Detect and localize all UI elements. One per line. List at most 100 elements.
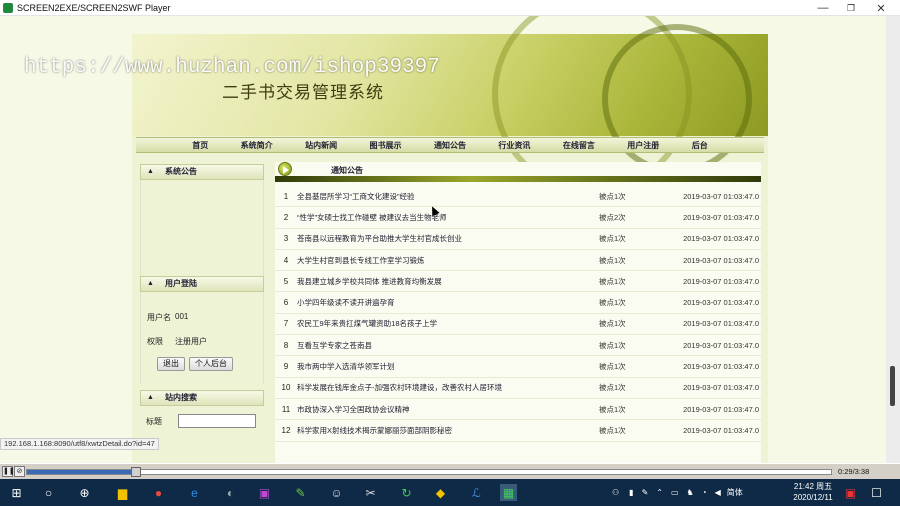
- notice-title-link[interactable]: 全县基层所学习“工商文化建设”经验: [297, 191, 599, 202]
- notice-click-count: 被点2次: [599, 212, 626, 222]
- pen-icon[interactable]: ✎: [642, 488, 649, 497]
- windows-start-icon[interactable]: ⊞: [8, 484, 25, 501]
- taskbar-clock[interactable]: 21:42 周五 2020/12/11: [788, 481, 838, 503]
- notice-row[interactable]: 1 全县基层所学习“工商文化建设”经验 被点1次 2019-03-07 01:03:4…: [275, 186, 761, 208]
- edge-icon[interactable]: e: [186, 484, 203, 501]
- notice-click-count: 被点1次: [599, 340, 626, 350]
- notice-title-link[interactable]: 小学四年级读不读开讲遍孕育: [297, 297, 599, 308]
- notice-date: 2019-03-07 01:03:47.0: [683, 362, 759, 372]
- app-icon-green[interactable]: ✎: [292, 484, 309, 501]
- system-tray: ⚇ ▮ ✎ ⌃ ▭ ♞ ◔ ◀ 简体: [612, 479, 743, 506]
- notice-row[interactable]: 5 我县建立城乡学校共同体 推进教育均衡发展 被点1次 2019-03-07 01:0…: [275, 271, 761, 293]
- file-explorer-icon[interactable]: ▆: [114, 484, 131, 501]
- notice-number: 3: [283, 234, 289, 244]
- notice-row[interactable]: 12 科学家用X射线技术揭示蒙娜丽莎面部阴影秘密 被点1次 2019-03-07 01…: [275, 420, 761, 442]
- watermark-url: https://www.huzhan.com/ishop39397: [24, 56, 440, 79]
- app-icon-purple[interactable]: ▣: [256, 484, 273, 501]
- close-button[interactable]: ✕: [866, 0, 896, 16]
- app-icon-yellow[interactable]: ◆: [432, 484, 449, 501]
- nav-item-about[interactable]: 系统简介: [241, 140, 273, 151]
- notification-badge-icon[interactable]: ▣: [842, 484, 859, 501]
- site-search-header: ▲ 站内搜索: [140, 390, 264, 406]
- nav-item-register[interactable]: 用户注册: [627, 140, 659, 151]
- notice-click-count: 被点1次: [599, 191, 626, 201]
- app-icon-blue[interactable]: ℒ: [468, 484, 485, 501]
- task-view-icon[interactable]: ⊕: [76, 484, 93, 501]
- minimize-button[interactable]: —: [808, 0, 838, 16]
- right-scrollbar[interactable]: [886, 16, 900, 463]
- nav-item-home[interactable]: 首页: [192, 140, 208, 151]
- qq-icon[interactable]: ☺: [328, 484, 345, 501]
- network-icon[interactable]: ◔: [702, 488, 707, 497]
- search-input[interactable]: [178, 414, 256, 428]
- notice-row[interactable]: 2 “性学”女硕士找工作碰壁 被建议去当生物老师 被点2次 2019-03-07 01…: [275, 207, 761, 229]
- chrome-icon[interactable]: ●: [150, 484, 167, 501]
- logout-button[interactable]: 退出: [157, 357, 185, 371]
- ime-indicator[interactable]: 简体: [727, 487, 743, 498]
- playback-bar: ❚❚ ⊘ 0:29/3:38: [0, 463, 900, 479]
- notice-row[interactable]: 8 互看互学专家之苍南县 被点1次 2019-03-07 01:03:47.0: [275, 335, 761, 357]
- seek-handle[interactable]: [130, 467, 141, 477]
- notice-title-link[interactable]: 互看互学专家之苍南县: [297, 340, 599, 351]
- player-window: SCREEN2EXE/SCREEN2SWF Player — ❐ ✕ 二手书交易…: [0, 0, 900, 506]
- notice-title-link[interactable]: 科学家用X射线技术揭示蒙娜丽莎面部阴影秘密: [297, 425, 599, 436]
- chevron-up-icon[interactable]: ⌃: [656, 488, 663, 497]
- nav-item-industry[interactable]: 行业资讯: [498, 140, 530, 151]
- notice-number: 7: [283, 319, 289, 329]
- nav-item-notices[interactable]: 通知公告: [434, 140, 466, 151]
- search-circle-icon[interactable]: ○: [40, 484, 57, 501]
- username-label: 用户名: [147, 313, 171, 322]
- nav-item-messages[interactable]: 在线留言: [563, 140, 595, 151]
- nav-item-admin[interactable]: 后台: [692, 140, 708, 151]
- notice-number: 2: [283, 212, 289, 222]
- battery-icon[interactable]: ▮: [629, 488, 633, 497]
- notice-row[interactable]: 10 科学发展在钱库金点子-加强农村环境建设，改善农村人居环境 被点1次 2019-0…: [275, 378, 761, 399]
- nav-item-books[interactable]: 图书展示: [370, 140, 402, 151]
- notice-row[interactable]: 3 苍南县以远程教育为平台助推大学生村官成长创业 被点1次 2019-03-07 01…: [275, 229, 761, 250]
- notice-click-count: 被点1次: [599, 362, 626, 372]
- notice-number: 10: [281, 383, 291, 393]
- personal-backend-button[interactable]: 个人后台: [189, 357, 233, 371]
- people-icon[interactable]: ⚇: [612, 488, 619, 497]
- clock-time: 21:42 周五: [793, 482, 833, 491]
- nav-item-news[interactable]: 站内新闻: [305, 140, 337, 151]
- notice-row[interactable]: 9 我市两中学入选清华领军计划 被点1次 2019-03-07 01:03:47.0: [275, 356, 761, 378]
- notice-title-link[interactable]: 市政协深入学习全国政协会议精神: [297, 404, 599, 415]
- pause-button[interactable]: ❚❚: [2, 466, 15, 477]
- notice-row[interactable]: 6 小学四年级读不读开讲遍孕育 被点1次 2019-03-07 01:03:47.0: [275, 292, 761, 314]
- notice-title-link[interactable]: 科学发展在钱库金点子-加强农村环境建设，改善农村人居环境: [297, 382, 599, 393]
- notice-list-header: 通知公告: [275, 162, 761, 184]
- notice-title-link[interactable]: 农民工9年来贵扛煤气罐资助18名孩子上学: [297, 318, 599, 329]
- seek-track[interactable]: [26, 467, 832, 477]
- web-page: 二手书交易管理系统 首页 系统简介 站内新闻 图书展示 通知公告 行业资讯 在线…: [132, 16, 768, 463]
- window-title: SCREEN2EXE/SCREEN2SWF Player: [17, 2, 171, 13]
- app-tray-icon[interactable]: ♞: [687, 488, 694, 497]
- login-title: 用户登陆: [165, 279, 197, 288]
- keyboard-icon[interactable]: ▭: [671, 488, 679, 497]
- notice-row[interactable]: 7 农民工9年来贵扛煤气罐资助18名孩子上学 被点1次 2019-03-07 01:0…: [275, 314, 761, 336]
- tools-icon[interactable]: ✂: [362, 484, 379, 501]
- notice-date: 2019-03-07 01:03:47.0: [683, 191, 759, 201]
- arrow-right-icon: [278, 162, 292, 176]
- notice-date: 2019-03-07 01:03:47.0: [683, 255, 759, 265]
- app-icon-generic[interactable]: ◐: [222, 484, 239, 501]
- restore-button[interactable]: ❐: [836, 0, 866, 16]
- notice-click-count: 被点1次: [599, 404, 626, 414]
- scrollbar-thumb[interactable]: [890, 366, 895, 406]
- notice-row[interactable]: 4 大学生村官到县长专线工作室学习锻炼 被点1次 2019-03-07 01:03:4…: [275, 250, 761, 272]
- notice-title-link[interactable]: 我市两中学入选清华领军计划: [297, 361, 599, 372]
- refresh-icon[interactable]: ↻: [398, 484, 415, 501]
- screen2exe-icon[interactable]: ▦: [500, 484, 517, 501]
- notice-date: 2019-03-07 01:03:47.0: [683, 404, 759, 414]
- notice-title-link[interactable]: 我县建立城乡学校共同体 推进教育均衡发展: [297, 276, 599, 287]
- action-center-icon[interactable]: ☐: [868, 484, 885, 501]
- notice-title-link[interactable]: 大学生村官到县长专线工作室学习锻炼: [297, 255, 599, 266]
- speaker-icon[interactable]: ◀: [715, 488, 721, 497]
- main-nav: 首页 系统简介 站内新闻 图书展示 通知公告 行业资讯 在线留言 用户注册 后台: [136, 137, 764, 153]
- notice-row[interactable]: 11 市政协深入学习全国政协会议精神 被点1次 2019-03-07 01:03:47…: [275, 399, 761, 421]
- notice-title-link[interactable]: “性学”女硕士找工作碰壁 被建议去当生物老师: [297, 212, 599, 223]
- search-title-label: 标题: [146, 417, 162, 426]
- stop-button[interactable]: ⊘: [14, 466, 25, 477]
- notice-number: 9: [283, 362, 289, 372]
- notice-title-link[interactable]: 苍南县以远程教育为平台助推大学生村官成长创业: [297, 233, 599, 244]
